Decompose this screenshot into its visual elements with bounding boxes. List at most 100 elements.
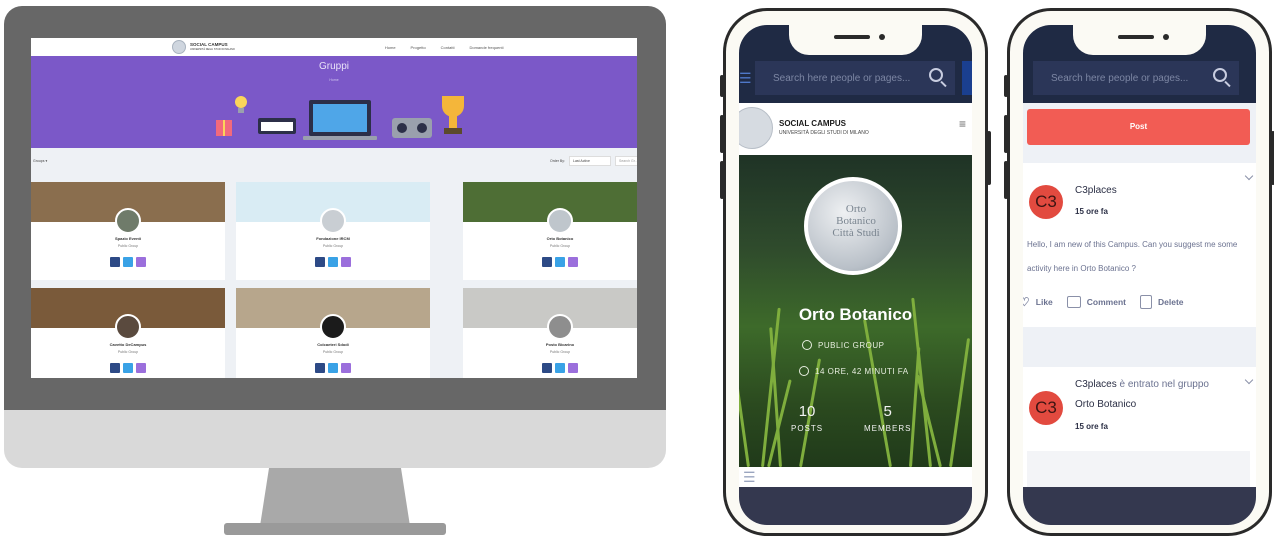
- group-name[interactable]: Colcaeteri Sdodi: [236, 342, 430, 347]
- activity-group-link[interactable]: Orto Botanico: [1075, 399, 1136, 410]
- group-members-button[interactable]: [341, 363, 351, 373]
- group-type: PUBLIC GROUP: [802, 340, 884, 350]
- search-placeholder: Search here people or pages...: [773, 72, 911, 84]
- university-name: UNIVERSITÀ DEGLI STUDI DI MILANO: [779, 130, 869, 136]
- group-card[interactable]: Orto Botanico Public Group: [463, 182, 637, 280]
- group-avatar[interactable]: [547, 314, 573, 340]
- delete-button[interactable]: Delete: [1139, 295, 1184, 309]
- lightbulb-icon: [235, 96, 247, 108]
- mockup-stage: SOCIAL CAMPUS UNIVERSITÀ DEGLI STUDI DI …: [0, 0, 1274, 539]
- post-button[interactable]: Post: [1027, 109, 1250, 145]
- phone-button: [987, 131, 991, 185]
- groups-search-input[interactable]: Search Gr...: [615, 156, 637, 166]
- group-info-button[interactable]: [328, 257, 338, 267]
- group-name[interactable]: Cavetto DeCampus: [31, 342, 225, 347]
- posts-count: 10: [798, 403, 816, 420]
- nav-link-faq[interactable]: Domande frequenti: [469, 45, 503, 50]
- group-name[interactable]: Orto Botanico: [463, 236, 637, 241]
- group-posts-button[interactable]: [110, 363, 120, 373]
- group-name[interactable]: Posto Bicarino: [463, 342, 637, 347]
- phone-group-profile: ☰ Search here people or pages... SOCIAL …: [720, 8, 991, 536]
- search-bar[interactable]: Search here people or pages...: [1033, 61, 1239, 95]
- activity-item: C3 C3places è entrato nel gruppo Orto Bo…: [1023, 367, 1256, 487]
- group-card[interactable]: Spazio Eventi Public Group: [31, 182, 225, 280]
- group-members-button[interactable]: [136, 257, 146, 267]
- group-info-button[interactable]: [123, 363, 133, 373]
- like-button[interactable]: ♡ Like: [1023, 295, 1053, 309]
- group-members-button[interactable]: [136, 363, 146, 373]
- group-info-button[interactable]: [328, 363, 338, 373]
- phone-button: [1004, 161, 1008, 199]
- group-posts-button[interactable]: [315, 257, 325, 267]
- activity-user[interactable]: C3places: [1075, 379, 1117, 390]
- group-members-button[interactable]: [341, 257, 351, 267]
- group-type-label: PUBLIC GROUP: [818, 340, 885, 350]
- monitor-chin: [4, 410, 666, 468]
- heart-icon: ♡: [1023, 295, 1030, 309]
- group-card[interactable]: Cavetto DeCampus Public Group: [31, 288, 225, 378]
- nav-link-home[interactable]: Home: [385, 45, 396, 50]
- activity-actions: ♡ Like Comment Delete: [1023, 295, 1184, 309]
- nav-link-contatti[interactable]: Contatti: [441, 45, 455, 50]
- group-info-button[interactable]: [555, 257, 565, 267]
- group-avatar[interactable]: Orto Botanico Città Studi: [804, 177, 902, 275]
- group-actions: [236, 363, 430, 373]
- list-icon[interactable]: ☰: [743, 469, 756, 486]
- avatar[interactable]: C3: [1029, 391, 1063, 425]
- monitor-stand: [260, 468, 410, 526]
- group-posts-button[interactable]: [542, 363, 552, 373]
- order-by-select[interactable]: Last Active: [569, 156, 611, 166]
- group-avatar[interactable]: [320, 208, 346, 234]
- members-stat[interactable]: 5 MEMBERS: [864, 403, 911, 433]
- group-members-button[interactable]: [568, 363, 578, 373]
- group-card[interactable]: Colcaeteri Sdodi Public Group: [236, 288, 430, 378]
- desktop-logo[interactable]: SOCIAL CAMPUS UNIVERSITÀ DEGLI STUDI DI …: [172, 40, 235, 54]
- group-name[interactable]: Fondazione IRCM: [236, 236, 430, 241]
- search-icon[interactable]: [929, 68, 943, 82]
- group-avatar[interactable]: [115, 314, 141, 340]
- university-seal-icon: [739, 107, 773, 149]
- search-bar[interactable]: Search here people or pages...: [755, 61, 955, 95]
- clock-icon: [799, 366, 809, 376]
- group-members-button[interactable]: [568, 257, 578, 267]
- speaker: [834, 35, 870, 39]
- activity-user[interactable]: C3places: [1075, 185, 1117, 196]
- group-type: Public Group: [549, 350, 571, 354]
- group-posts-button[interactable]: [110, 257, 120, 267]
- group-avatar[interactable]: [320, 314, 346, 340]
- group-name[interactable]: Spazio Eventi: [31, 236, 225, 241]
- phone-notch: [1073, 25, 1206, 55]
- group-card[interactable]: Fondazione IRCM Public Group: [236, 182, 430, 280]
- group-type: Public Group: [117, 350, 139, 354]
- phone-activity-feed: Search here people or pages... Post C3 C…: [1004, 8, 1274, 536]
- hero-breadcrumb[interactable]: Home: [31, 78, 637, 82]
- search-placeholder: Search here people or pages...: [1051, 72, 1189, 84]
- speaker: [1118, 35, 1154, 39]
- groups-tab[interactable]: Groups ▾: [33, 159, 47, 163]
- group-type: Public Group: [322, 244, 344, 248]
- menu-icon[interactable]: ☰: [739, 70, 752, 86]
- group-info-button[interactable]: [123, 257, 133, 267]
- group-card[interactable]: Posto Bicarino Public Group: [463, 288, 637, 378]
- monitor-foot: [224, 523, 446, 535]
- group-avatar[interactable]: [547, 208, 573, 234]
- group-actions: [31, 257, 225, 267]
- activity-text: Hello, I am new of this Campus. Can you …: [1027, 240, 1238, 273]
- chevron-down-icon[interactable]: [1244, 171, 1254, 181]
- group-posts-button[interactable]: [315, 363, 325, 373]
- group-type: Public Group: [322, 350, 344, 354]
- search-icon[interactable]: [1213, 68, 1227, 82]
- members-label: MEMBERS: [864, 424, 912, 433]
- chevron-down-icon[interactable]: [1244, 375, 1254, 385]
- site-name[interactable]: SOCIAL CAMPUS: [779, 119, 846, 128]
- last-active-label: 14 ORE, 42 MINUTI FA: [815, 366, 909, 376]
- posts-stat[interactable]: 10 POSTS: [791, 403, 823, 433]
- group-info-button[interactable]: [555, 363, 565, 373]
- phone2-screen: Search here people or pages... Post C3 C…: [1023, 25, 1256, 525]
- group-posts-button[interactable]: [542, 257, 552, 267]
- hamburger-icon[interactable]: ≡: [959, 117, 966, 131]
- nav-link-progetto[interactable]: Progetto: [411, 45, 426, 50]
- comment-button[interactable]: Comment: [1066, 295, 1126, 309]
- avatar[interactable]: C3: [1029, 185, 1063, 219]
- group-avatar[interactable]: [115, 208, 141, 234]
